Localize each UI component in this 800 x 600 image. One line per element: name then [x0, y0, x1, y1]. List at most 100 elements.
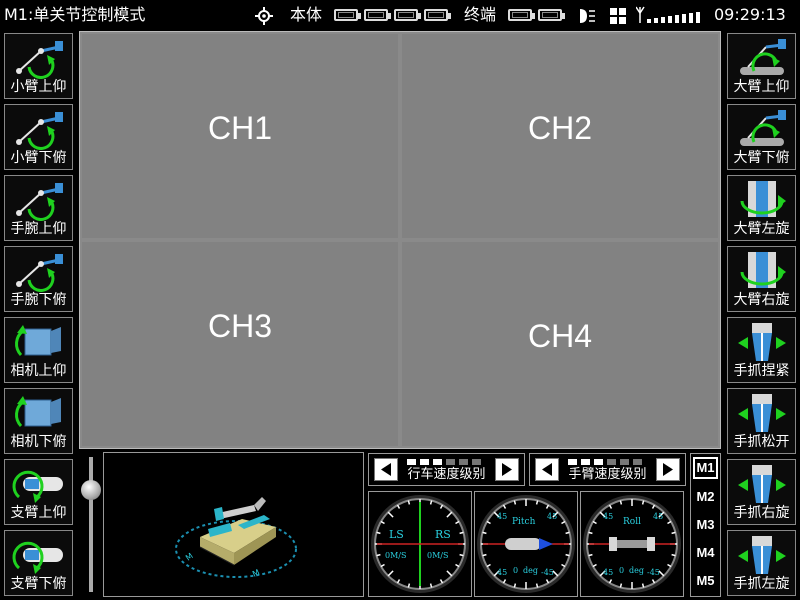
- arm-speed-selector: 手臂速度级别: [529, 453, 686, 486]
- video-channel-4[interactable]: CH4: [402, 242, 718, 446]
- support-arm-raise-icon: [11, 463, 67, 505]
- channel-label: CH1: [207, 110, 272, 146]
- joint-button-label: 大臂右旋: [733, 292, 790, 308]
- drive-speed-increase-button[interactable]: [495, 458, 519, 481]
- joint-button-label: 手抓左旋: [733, 576, 790, 592]
- drive-speed-level-bars: [407, 459, 481, 465]
- vertical-slider[interactable]: [81, 452, 101, 597]
- joint-button-label: 大臂下俯: [733, 150, 790, 166]
- joint-button[interactable]: 手抓左旋: [727, 530, 796, 596]
- mode-m1[interactable]: M1: [691, 460, 720, 475]
- mode-m4[interactable]: M4: [691, 545, 720, 560]
- mode-m2[interactable]: M2: [691, 489, 720, 504]
- video-channel-1[interactable]: CH1: [82, 34, 398, 238]
- joint-button[interactable]: 手腕下俯: [4, 246, 73, 312]
- speed-gauge-dial: LS RS 0M/S 0M/S: [371, 495, 469, 593]
- clock: 09:29:13: [714, 5, 786, 24]
- signal-icon: [636, 6, 700, 23]
- body-battery-icon: [364, 9, 391, 21]
- joint-button[interactable]: 大臂左旋: [727, 175, 796, 241]
- roll-gauge-dial: Roll 45 45 45 -45 0 deg: [583, 495, 681, 593]
- slider-knob[interactable]: [81, 480, 101, 500]
- joint-button-label: 支臂上仰: [10, 505, 67, 521]
- joint-button[interactable]: 大臂右旋: [727, 246, 796, 312]
- joint-button[interactable]: 支臂下俯: [4, 530, 73, 596]
- channel-label: CH2: [527, 110, 592, 146]
- body-battery-icon: [334, 9, 361, 21]
- big-arm-lower-icon: [734, 108, 790, 150]
- status-bar: M1:单关节控制模式 本体 终端 09:29:13: [0, 0, 800, 31]
- joint-button[interactable]: 大臂上仰: [727, 33, 796, 99]
- video-grid: CH1 CH2 CH3 CH4: [79, 31, 721, 449]
- wrist-lower-icon: [11, 250, 67, 292]
- headlight-icon: [580, 9, 595, 23]
- terminal-battery-icon: [508, 9, 535, 21]
- joint-button[interactable]: 手抓捏紧: [727, 317, 796, 383]
- pitch-tick-top-right: 45: [547, 512, 557, 521]
- arm-speed-increase-button[interactable]: [656, 458, 680, 481]
- pitch-unit: deg: [523, 566, 538, 575]
- support-arm-lower-icon: [11, 534, 67, 576]
- pitch-tick-bottom-left: 45: [497, 568, 507, 577]
- joint-button-label: 大臂左旋: [733, 221, 790, 237]
- gripper-open-icon: [734, 392, 790, 434]
- joint-button-label: 手抓右旋: [733, 505, 790, 521]
- pitch-label: Pitch: [512, 517, 536, 527]
- joint-button[interactable]: 支臂上仰: [4, 459, 73, 525]
- joint-button-label: 相机下俯: [10, 434, 67, 450]
- roll-tick-top-left: 45: [603, 512, 613, 521]
- mode-title: M1:单关节控制模式: [4, 5, 146, 24]
- drive-speed-selector: 行车速度级别: [368, 453, 525, 486]
- channel-label: CH3: [207, 308, 272, 344]
- svg-text:M: M: [251, 568, 261, 579]
- joint-button[interactable]: 手抓松开: [727, 388, 796, 454]
- svg-text:M: M: [184, 551, 195, 562]
- drive-speed-label: 行车速度级别: [407, 467, 486, 482]
- arm-raise-icon: [11, 37, 67, 79]
- joint-button[interactable]: 大臂下俯: [727, 104, 796, 170]
- mode-selector: M1 M2 M3 M4 M5: [690, 453, 721, 597]
- joint-button[interactable]: 手抓右旋: [727, 459, 796, 525]
- wrist-raise-icon: [11, 179, 67, 221]
- mode-m3[interactable]: M3: [691, 517, 720, 532]
- roll-tick-bottom-left: 45: [603, 568, 613, 577]
- crosshair-icon: [255, 7, 273, 25]
- joint-button-label: 手抓捏紧: [733, 363, 790, 379]
- joint-button-label: 手腕下俯: [10, 292, 67, 308]
- joint-button[interactable]: 小臂上仰: [4, 33, 73, 99]
- right-track-label: RS: [435, 528, 451, 541]
- slider-track: [89, 457, 93, 592]
- terminal-label: 终端: [464, 5, 497, 24]
- camera-raise-icon: [11, 321, 67, 363]
- pitch-gauge-dial: Pitch 45 45 45 -45 0 deg: [477, 495, 575, 593]
- body-battery-icon: [424, 9, 451, 21]
- big-arm-rotate-right-icon: [734, 250, 790, 292]
- joint-button[interactable]: 相机下俯: [4, 388, 73, 454]
- left-track-speed: 0M/S: [385, 551, 406, 560]
- mode-m5[interactable]: M5: [691, 573, 720, 588]
- robot-model-icon: M M: [175, 497, 297, 579]
- video-channel-2[interactable]: CH2: [402, 34, 718, 238]
- arm-speed-label: 手臂速度级别: [568, 467, 647, 482]
- joint-button[interactable]: 相机上仰: [4, 317, 73, 383]
- joint-button[interactable]: 小臂下俯: [4, 104, 73, 170]
- gripper-close-icon: [734, 321, 790, 363]
- pitch-tick-top-left: 45: [497, 512, 507, 521]
- gripper-rotate-right-icon: [734, 463, 790, 505]
- terminal-battery-icon: [538, 9, 565, 21]
- channel-label: CH4: [527, 318, 592, 354]
- right-track-speed: 0M/S: [427, 551, 448, 560]
- roll-gauge: Roll 45 45 45 -45 0 deg: [580, 491, 684, 597]
- triangle-right-icon: [502, 463, 512, 476]
- roll-value: 0: [619, 566, 624, 575]
- joint-button[interactable]: 手腕上仰: [4, 175, 73, 241]
- roll-tick-bottom-right: -45: [647, 568, 660, 577]
- pitch-value: 0: [513, 566, 518, 575]
- joint-button-label: 手抓松开: [733, 434, 790, 450]
- roll-label: Roll: [623, 517, 641, 527]
- joint-button-label: 支臂下俯: [10, 576, 67, 592]
- joint-button-label: 小臂上仰: [10, 79, 67, 95]
- video-channel-3[interactable]: CH3: [82, 242, 398, 446]
- body-battery-icon: [394, 9, 421, 21]
- camera-lower-icon: [11, 392, 67, 434]
